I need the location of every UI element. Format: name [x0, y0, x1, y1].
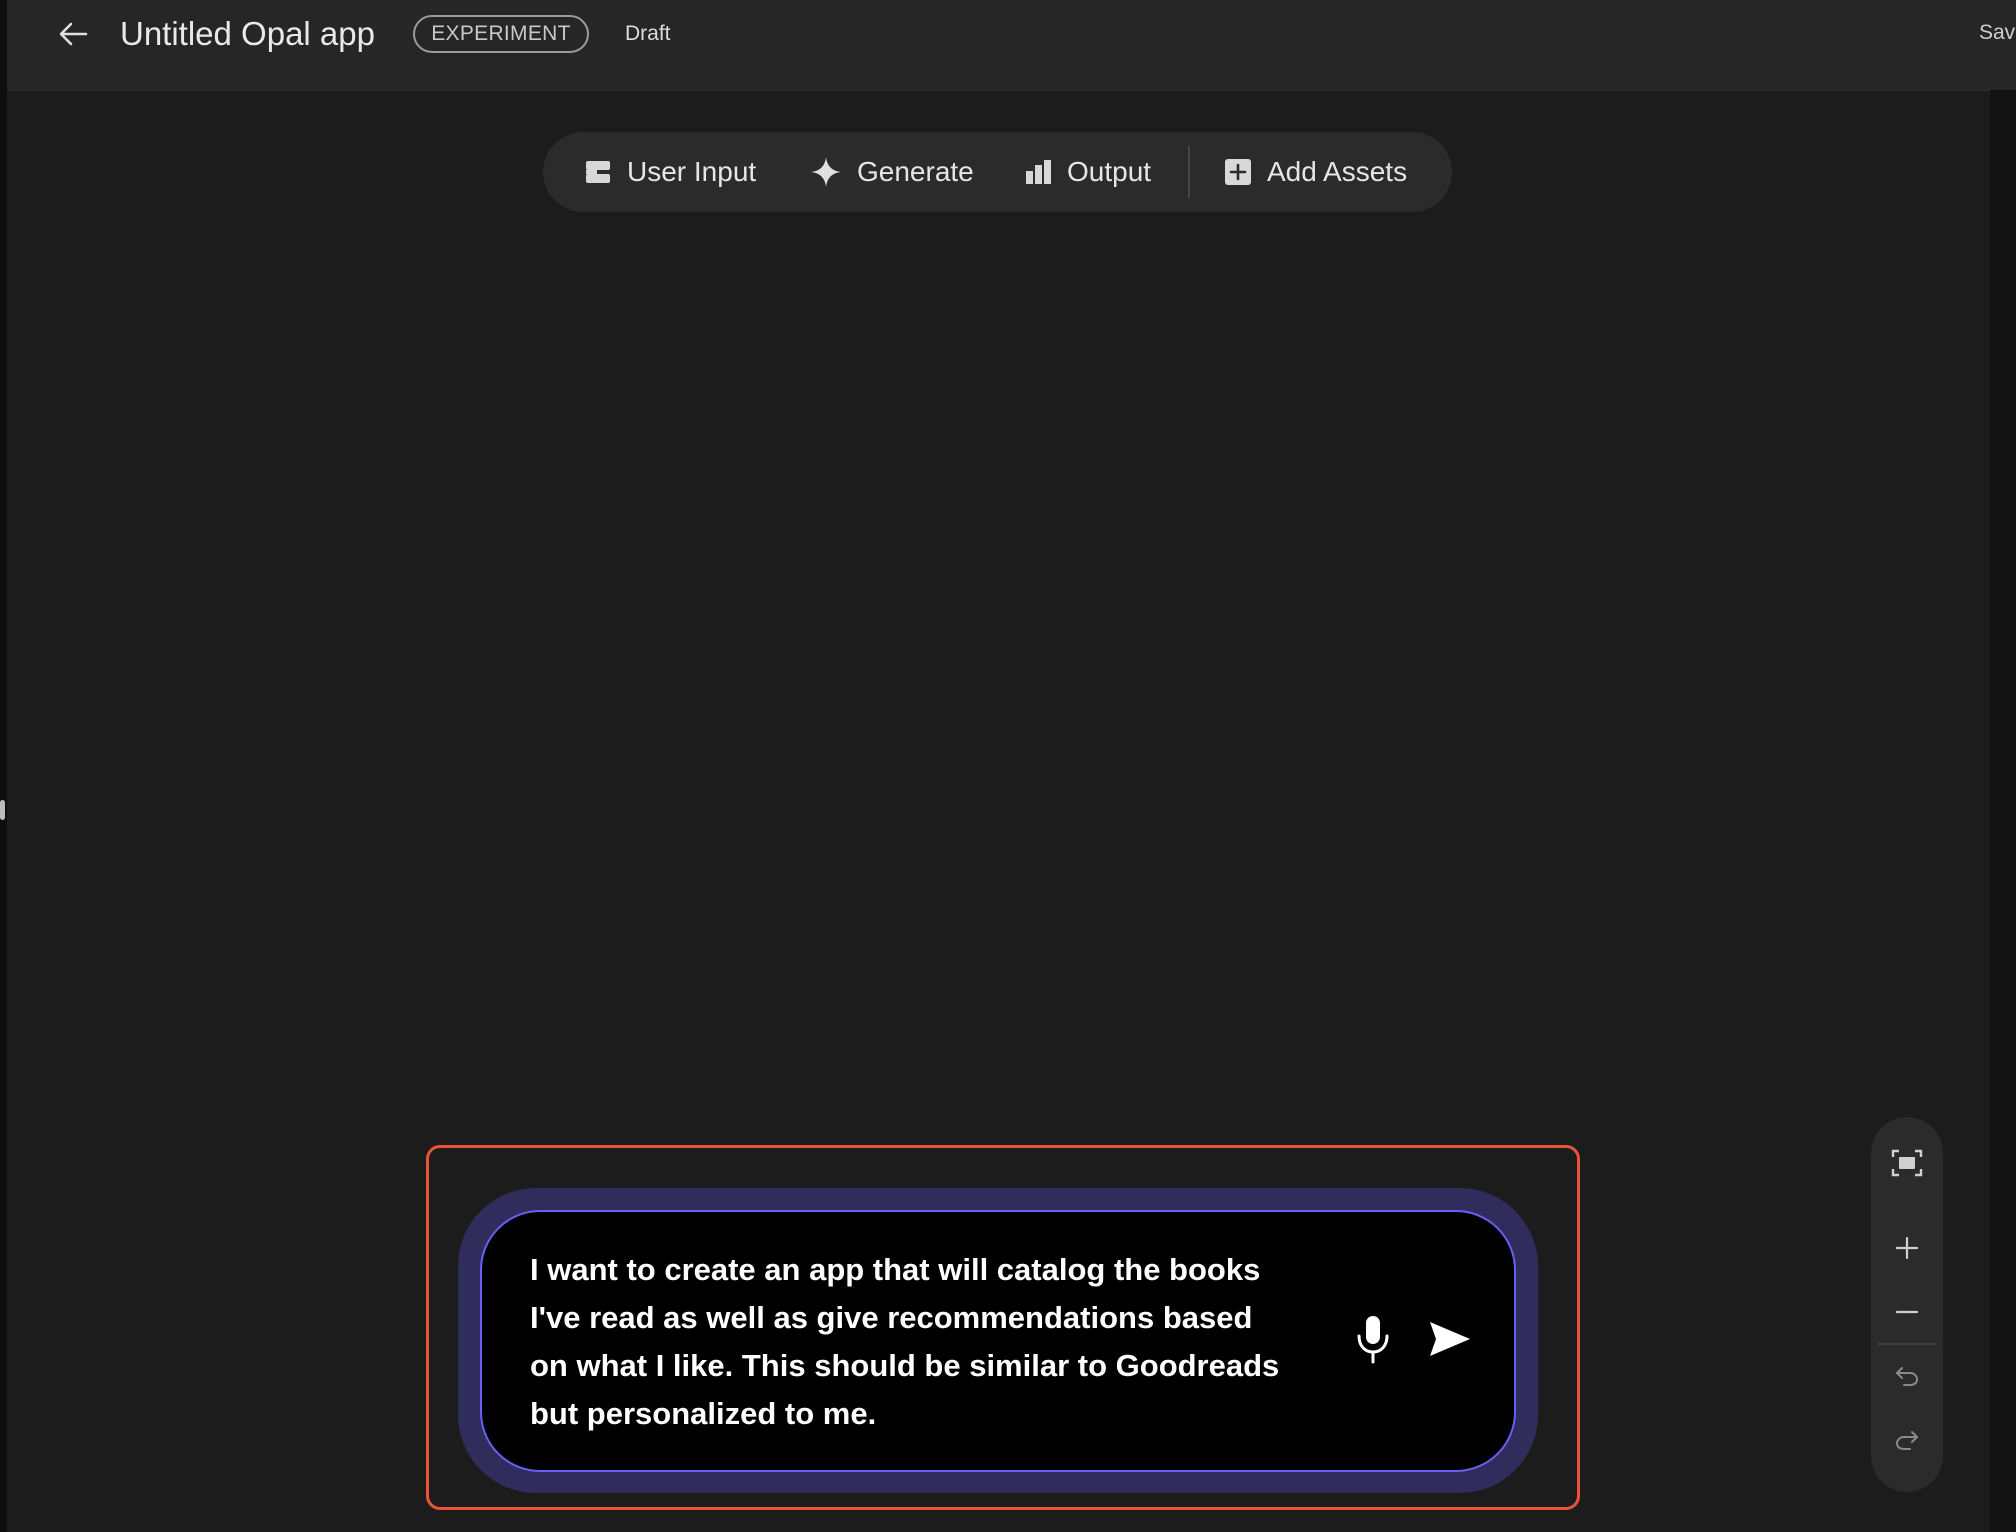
- user-input-label: User Input: [627, 156, 757, 187]
- prompt-line: I've read as well as give recommendation…: [530, 1300, 1253, 1335]
- fit-screen-icon[interactable]: [1871, 1135, 1943, 1191]
- generate-label: Generate: [857, 156, 974, 187]
- zoom-out-icon[interactable]: [1871, 1284, 1943, 1340]
- draft-status: Draft: [625, 22, 671, 45]
- zoom-divider: [1877, 1343, 1937, 1345]
- sparkle-icon: [809, 155, 843, 189]
- prompt-line: I want to create an app that will catalo…: [530, 1252, 1261, 1287]
- back-arrow-icon[interactable]: [51, 16, 95, 52]
- prompt-line: on what I like. This should be similar t…: [530, 1348, 1280, 1383]
- output-label: Output: [1067, 156, 1152, 187]
- save-button[interactable]: Save: [1979, 21, 2016, 45]
- undo-icon[interactable]: [1871, 1348, 1943, 1404]
- add-assets-button[interactable]: Add Assets: [1223, 132, 1407, 212]
- add-box-icon: [1223, 157, 1253, 187]
- user-input-icon: [583, 157, 613, 187]
- zoom-controls: [1871, 1117, 1943, 1492]
- send-icon[interactable]: [1424, 1316, 1476, 1362]
- redo-icon[interactable]: [1871, 1412, 1943, 1468]
- bar-chart-icon: [1023, 157, 1053, 187]
- user-input-button[interactable]: User Input: [583, 132, 756, 212]
- right-side-rail: [1990, 90, 2016, 1532]
- generate-button[interactable]: Generate: [809, 132, 974, 212]
- app-title[interactable]: Untitled Opal app: [120, 15, 375, 53]
- panel-resize-handle[interactable]: [0, 800, 5, 820]
- zoom-in-icon[interactable]: [1871, 1220, 1943, 1276]
- prompt-line: but personalized to me.: [530, 1396, 877, 1431]
- prompt-text[interactable]: I want to create an app that will catalo…: [530, 1246, 1320, 1438]
- top-bar: Untitled Opal app EXPERIMENT Draft Save: [7, 0, 2016, 91]
- output-button[interactable]: Output: [1023, 132, 1151, 212]
- add-assets-label: Add Assets: [1267, 156, 1408, 187]
- node-toolbar: User Input Generate Output Add Assets: [543, 132, 1452, 212]
- microphone-icon[interactable]: [1350, 1311, 1396, 1367]
- experiment-badge: EXPERIMENT: [413, 15, 589, 53]
- left-edge: [0, 0, 7, 1532]
- toolbar-divider: [1188, 146, 1190, 198]
